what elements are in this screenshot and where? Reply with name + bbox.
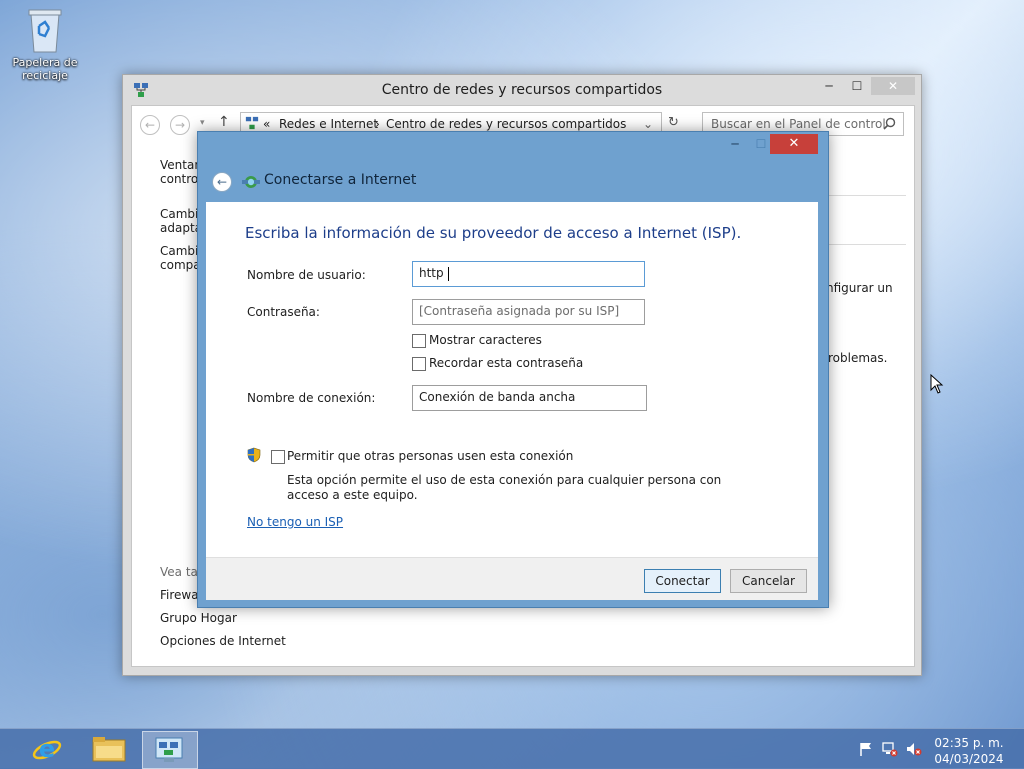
isp-heading: Escriba la información de su proveedor d… (245, 224, 742, 242)
recycle-bin-icon (28, 9, 62, 53)
breadcrumb-overflow[interactable]: « (263, 117, 270, 131)
up-arrow-icon[interactable]: ↑ (218, 114, 230, 130)
troubleshoot-link-fragment[interactable]: roblemas. (828, 351, 887, 365)
content-divider (824, 195, 906, 196)
show-characters-checkbox[interactable] (412, 334, 426, 348)
show-characters-label[interactable]: Mostrar caracteres (429, 333, 542, 347)
svg-text:e: e (39, 735, 55, 763)
network-status-icon[interactable] (882, 741, 898, 757)
forward-button[interactable]: → (170, 115, 190, 135)
no-isp-link[interactable]: No tengo un ISP (247, 515, 343, 529)
connection-wizard-icon (242, 176, 260, 188)
password-input[interactable]: [Contraseña asignada por su ISP] (412, 299, 645, 325)
folder-icon (92, 737, 126, 762)
content-divider (824, 244, 906, 245)
clock-time: 02:35 p. m. (934, 736, 1004, 750)
password-label: Contraseña: (247, 305, 320, 319)
main-maximize-button[interactable]: ☐ (843, 77, 871, 95)
recycle-bin-desktop-icon[interactable]: Papelera de reciclaje (8, 6, 82, 82)
dialog-footer: Conectar Cancelar (206, 557, 818, 600)
taskbar-network-center[interactable] (142, 731, 198, 769)
breadcrumb-separator: › (375, 117, 380, 131)
search-icon[interactable] (883, 117, 896, 130)
taskbar: e 02:35 p. m. 04/03/2024 (0, 728, 1024, 769)
clock-date: 04/03/2024 (934, 752, 1004, 766)
password-placeholder: [Contraseña asignada por su ISP] (419, 304, 620, 318)
connection-name-input[interactable]: Conexión de banda ancha (412, 385, 647, 411)
breadcrumb-redes-internet[interactable]: Redes e Internet (279, 117, 378, 131)
taskbar-clock[interactable]: 02:35 p. m. 04/03/2024 (926, 735, 1012, 767)
username-label: Nombre de usuario: (247, 268, 366, 282)
dialog-body: Escriba la información de su proveedor d… (206, 202, 818, 557)
connect-button[interactable]: Conectar (644, 569, 721, 593)
username-value: http (419, 266, 444, 280)
address-dropdown-chevron-icon[interactable]: ⌄ (643, 117, 653, 131)
dialog-title: Conectarse a Internet (264, 172, 417, 188)
text-cursor (448, 267, 449, 281)
control-panel-icon (155, 737, 183, 762)
connection-name-value: Conexión de banda ancha (419, 390, 576, 404)
allow-others-note: Esta opción permite el uso de esta conex… (287, 473, 722, 502)
breadcrumb-network-center[interactable]: Centro de redes y recursos compartidos (386, 117, 626, 131)
cancel-button[interactable]: Cancelar (730, 569, 807, 593)
uac-shield-icon (247, 447, 261, 463)
taskbar-internet-explorer[interactable]: e (20, 731, 74, 767)
recycle-bin-label: Papelera de reciclaje (12, 56, 78, 82)
username-input[interactable]: http (412, 261, 645, 287)
sidebar-link-internet-options[interactable]: Opciones de Internet (160, 634, 286, 648)
remember-password-label[interactable]: Recordar esta contraseña (429, 356, 583, 370)
sidebar-link-homegroup[interactable]: Grupo Hogar (160, 611, 237, 625)
main-minimize-button[interactable]: ─ (815, 77, 843, 95)
connect-internet-dialog: ─ ☐ ✕ ← Conectarse a Internet Escriba la… (197, 131, 829, 608)
search-placeholder: Buscar en el Panel de control (711, 117, 886, 131)
refresh-icon[interactable]: ↻ (668, 115, 679, 130)
internet-explorer-icon: e (32, 735, 62, 763)
dialog-back-button[interactable]: ← (212, 172, 232, 192)
dialog-close-button[interactable]: ✕ (770, 134, 818, 154)
allow-others-checkbox[interactable] (271, 450, 285, 464)
connection-name-label: Nombre de conexión: (247, 391, 376, 405)
taskbar-file-explorer[interactable] (82, 731, 136, 767)
dialog-maximize-button: ☐ (755, 137, 767, 151)
back-button[interactable]: ← (140, 115, 160, 135)
main-window-titlebar[interactable]: Centro de redes y recursos compartidos ─… (123, 75, 921, 105)
action-center-flag-icon[interactable] (858, 741, 874, 757)
network-breadcrumb-icon (245, 116, 259, 130)
dialog-minimize-button[interactable]: ─ (724, 136, 746, 152)
main-close-button[interactable]: ✕ (871, 77, 915, 95)
remember-password-checkbox[interactable] (412, 357, 426, 371)
main-window-title: Centro de redes y recursos compartidos (381, 82, 663, 98)
setup-connection-link-fragment[interactable]: nfigurar un (826, 281, 893, 295)
allow-others-label[interactable]: Permitir que otras personas usen esta co… (287, 449, 573, 463)
speaker-muted-icon[interactable] (906, 741, 922, 757)
recent-pages-chevron-icon[interactable]: ▾ (200, 118, 205, 128)
mouse-pointer-icon (930, 374, 944, 394)
